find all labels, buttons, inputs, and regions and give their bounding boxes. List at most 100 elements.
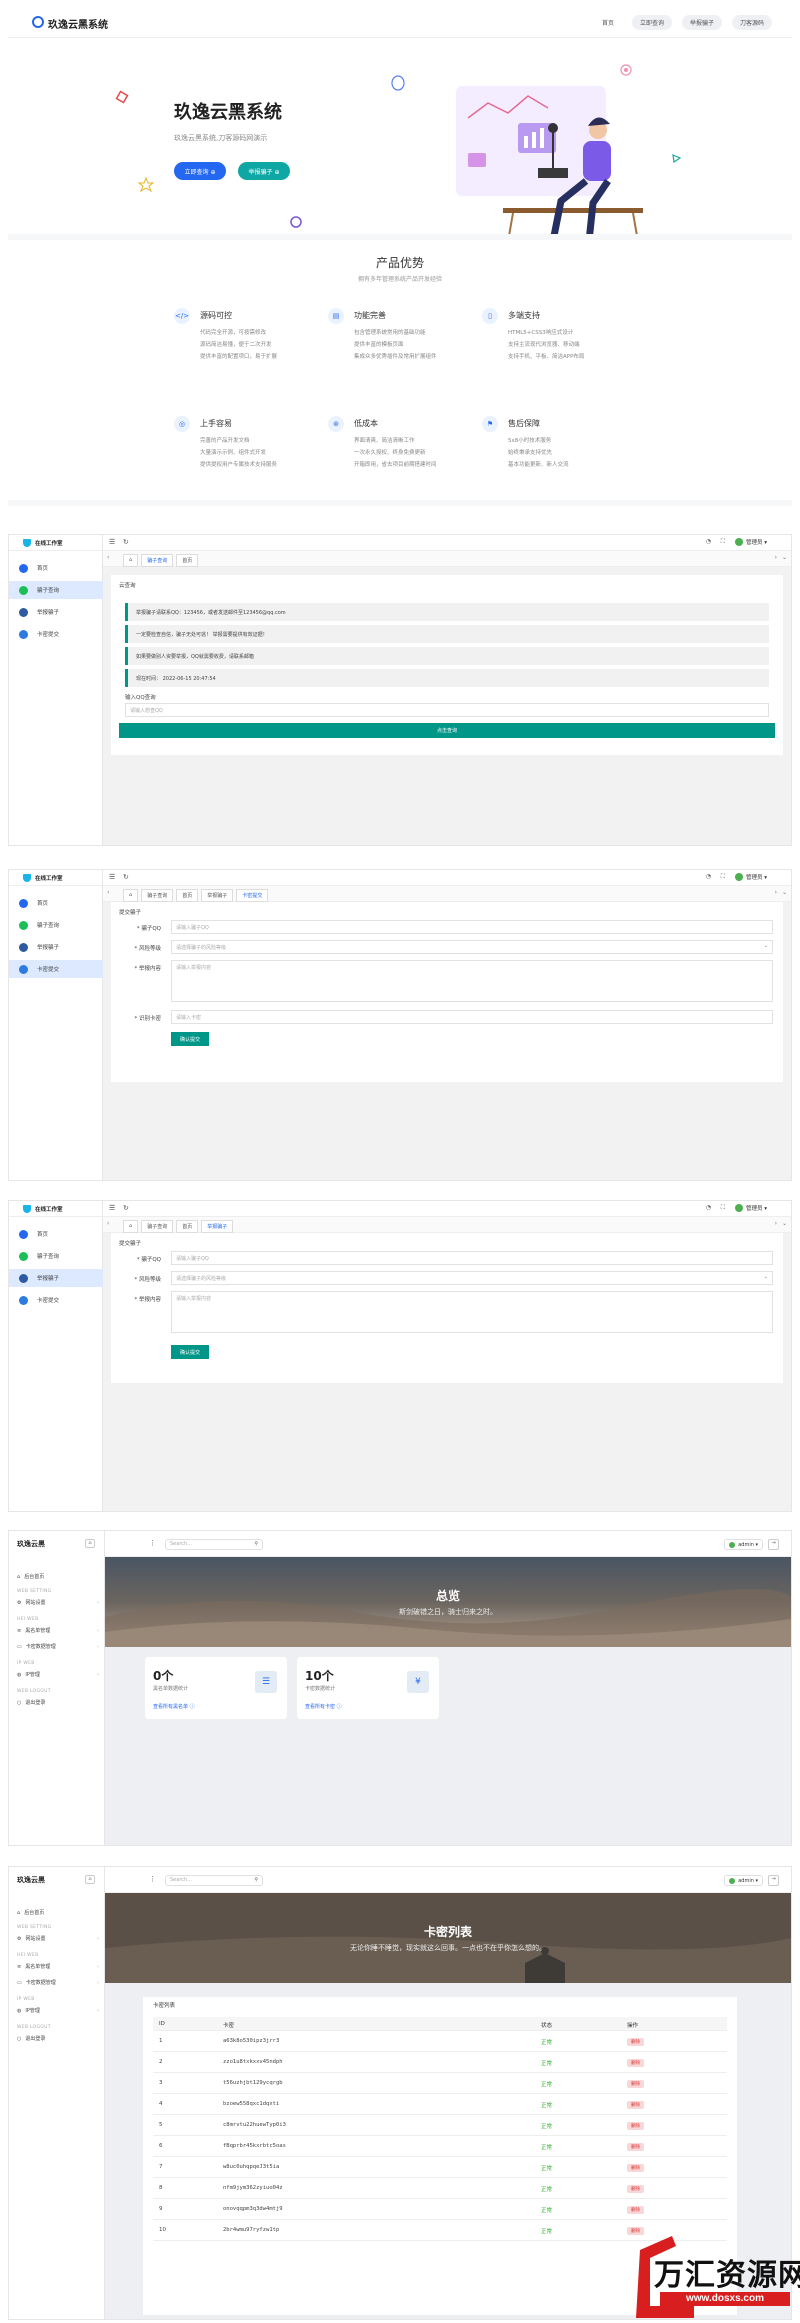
theme-icon[interactable]: ◔ xyxy=(706,538,711,545)
home-icon[interactable]: ⌂ xyxy=(85,1539,95,1548)
view-cards-link[interactable]: 查看所有卡密 ⓘ xyxy=(305,1703,342,1710)
search-input[interactable]: Search... ⚲ xyxy=(165,1539,263,1550)
report-scammer-button[interactable]: 举报骗子 ⊕ xyxy=(238,162,290,180)
qq-input[interactable]: 请输入骗子QQ xyxy=(171,1251,773,1265)
menu-icon[interactable]: ☰ xyxy=(109,873,115,881)
tab-report[interactable]: 举报骗子 xyxy=(201,889,234,902)
risk-select[interactable]: 请选择骗子的风险等级 ⌄ xyxy=(171,940,773,954)
tab-prev-icon[interactable]: ‹ xyxy=(107,1220,109,1227)
sidebar-item-home[interactable]: 首页 xyxy=(9,1225,103,1243)
user-menu[interactable]: 管理员 ▾ xyxy=(734,1204,767,1212)
menu-icon[interactable]: ☰ xyxy=(109,538,115,546)
query-button[interactable]: 点击查询 xyxy=(119,723,775,738)
exit-icon[interactable]: ⇥ xyxy=(768,1875,779,1886)
sidebar-item-ip[interactable]: ◍ IP管理 › xyxy=(17,2007,99,2015)
user-menu[interactable]: 管理员 ▾ xyxy=(734,873,767,881)
tab-next-icon[interactable]: › xyxy=(775,889,777,896)
delete-button[interactable]: 删除 xyxy=(627,2101,644,2109)
content-textarea[interactable]: 请输入举报内容 xyxy=(171,1291,773,1333)
delete-button[interactable]: 删除 xyxy=(627,2038,644,2046)
delete-button[interactable]: 删除 xyxy=(627,2059,644,2067)
sidebar-item-card[interactable]: 卡密提交 xyxy=(9,625,103,643)
sidebar-item-home[interactable]: ⌂ 后台首页 xyxy=(17,1909,99,1917)
search-icon[interactable]: ⚲ xyxy=(254,1877,258,1883)
delete-button[interactable]: 删除 xyxy=(627,2080,644,2088)
tab-home-icon[interactable]: ⌂ xyxy=(123,889,139,902)
theme-icon[interactable]: ◔ xyxy=(706,873,711,880)
delete-button[interactable]: 删除 xyxy=(627,2122,644,2130)
risk-select[interactable]: 请选择骗子的风险等级 ⌄ xyxy=(171,1271,773,1285)
user-menu[interactable]: 管理员 ▾ xyxy=(734,538,767,546)
submit-button[interactable]: 确认提交 xyxy=(171,1345,209,1359)
sidebar-item-report[interactable]: 举报骗子 xyxy=(9,1269,103,1287)
delete-button[interactable]: 删除 xyxy=(627,2143,644,2151)
qq-input[interactable]: 请输入骗子QQ xyxy=(171,920,773,934)
sidebar-item-card[interactable]: 卡密提交 xyxy=(9,1291,103,1309)
sidebar-item-logout[interactable]: ○ 退出登录 xyxy=(17,1699,99,1707)
nav-source[interactable]: 刀客源码 xyxy=(731,15,772,30)
view-blacklist-link[interactable]: 查看所有黑名单 ⓘ xyxy=(153,1703,195,1710)
tab-report[interactable]: 举报骗子 xyxy=(201,1220,234,1233)
search-input[interactable]: Search... ⚲ xyxy=(165,1875,263,1886)
sidebar-item-site-settings[interactable]: ⚙ 网站设置 › xyxy=(17,1935,99,1943)
refresh-icon[interactable]: ↻ xyxy=(123,1204,129,1212)
qq-query-input[interactable]: 请输入想查QQ xyxy=(125,703,769,717)
tab-menu-icon[interactable]: ⌄ xyxy=(782,1220,787,1227)
delete-button[interactable]: 删除 xyxy=(627,2206,644,2214)
sidebar-item-card-data[interactable]: ▭ 卡密数据管理 › xyxy=(17,1979,99,1987)
sidebar-item-report[interactable]: 举报骗子 xyxy=(9,938,103,956)
card-key-input[interactable]: 请输入卡密 xyxy=(171,1010,773,1024)
search-icon[interactable]: ⚲ xyxy=(254,1541,258,1547)
sidebar-item-query[interactable]: 骗子查询 xyxy=(9,581,103,599)
delete-button[interactable]: 删除 xyxy=(627,2164,644,2172)
refresh-icon[interactable]: ↻ xyxy=(123,538,129,546)
sidebar-item-home[interactable]: 首页 xyxy=(9,894,103,912)
tab-home-icon[interactable]: ⌂ xyxy=(123,1220,139,1233)
site-logo[interactable]: 玖逸云黑系统 xyxy=(48,16,108,31)
sidebar-item-card-data[interactable]: ▭ 卡密数据管理 › xyxy=(17,1643,99,1651)
tab-next-icon[interactable]: › xyxy=(775,554,777,561)
dashboard-brand[interactable]: 玖逸云黑 xyxy=(17,1875,45,1885)
tab-menu-icon[interactable]: ⌄ xyxy=(782,889,787,896)
sidebar-item-logout[interactable]: ○ 退出登录 xyxy=(17,2035,99,2043)
nav-query[interactable]: 立即查询 xyxy=(631,15,672,30)
content-textarea[interactable]: 请输入举报内容 xyxy=(171,960,773,1002)
sidebar-item-ip[interactable]: ◍ IP管理 › xyxy=(17,1671,99,1679)
tab-query[interactable]: 骗子查询 xyxy=(141,554,174,567)
tab-menu-icon[interactable]: ⌄ xyxy=(782,554,787,561)
sidebar-item-card[interactable]: 卡密提交 xyxy=(9,960,103,978)
sidebar-item-blacklist[interactable]: ≡ 黑名单管理 › xyxy=(17,1627,99,1635)
submit-button[interactable]: 确认提交 xyxy=(171,1032,209,1046)
tab-card-submit[interactable]: 卡密提交 xyxy=(236,889,269,902)
admin-menu[interactable]: admin ▾ xyxy=(724,1539,763,1550)
tab-home-icon[interactable]: ⌂ xyxy=(123,554,139,567)
sidebar-item-report[interactable]: 举报骗子 xyxy=(9,603,103,621)
sidebar-item-site-settings[interactable]: ⚙ 网站设置 › xyxy=(17,1599,99,1607)
fullscreen-icon[interactable]: ⛶ xyxy=(721,873,725,881)
dashboard-brand[interactable]: 玖逸云黑 xyxy=(17,1539,45,1549)
tab-prev-icon[interactable]: ‹ xyxy=(107,889,109,896)
sidebar-item-query[interactable]: 骗子查询 xyxy=(9,916,103,934)
sidebar-item-home[interactable]: ⌂ 后台首页 xyxy=(17,1573,99,1581)
tab-query[interactable]: 骗子查询 xyxy=(141,889,174,902)
sidebar-item-blacklist[interactable]: ≡ 黑名单管理 › xyxy=(17,1963,99,1971)
admin-menu[interactable]: admin ▾ xyxy=(724,1875,763,1886)
fullscreen-icon[interactable]: ⛶ xyxy=(721,1204,725,1212)
tab-prev-icon[interactable]: ‹ xyxy=(107,554,109,561)
home-icon[interactable]: ⌂ xyxy=(85,1875,95,1884)
nav-home[interactable]: 首页 xyxy=(594,15,622,30)
theme-icon[interactable]: ◔ xyxy=(706,1204,711,1211)
delete-button[interactable]: 删除 xyxy=(627,2185,644,2193)
tab-home[interactable]: 首页 xyxy=(176,554,199,567)
menu-icon[interactable]: ☰ xyxy=(109,1204,115,1212)
fullscreen-icon[interactable]: ⛶ xyxy=(721,538,725,546)
query-now-button[interactable]: 立即查询 ⊕ xyxy=(174,162,226,180)
nav-report[interactable]: 举报骗子 xyxy=(681,15,722,30)
sidebar-item-home[interactable]: 首页 xyxy=(9,559,103,577)
vertical-dots-icon[interactable]: ⋮ xyxy=(149,1875,156,1883)
tab-next-icon[interactable]: › xyxy=(775,1220,777,1227)
sidebar-item-query[interactable]: 骗子查询 xyxy=(9,1247,103,1265)
tab-home[interactable]: 首页 xyxy=(176,889,199,902)
exit-icon[interactable]: ⇥ xyxy=(768,1539,779,1550)
tab-query[interactable]: 骗子查询 xyxy=(141,1220,174,1233)
